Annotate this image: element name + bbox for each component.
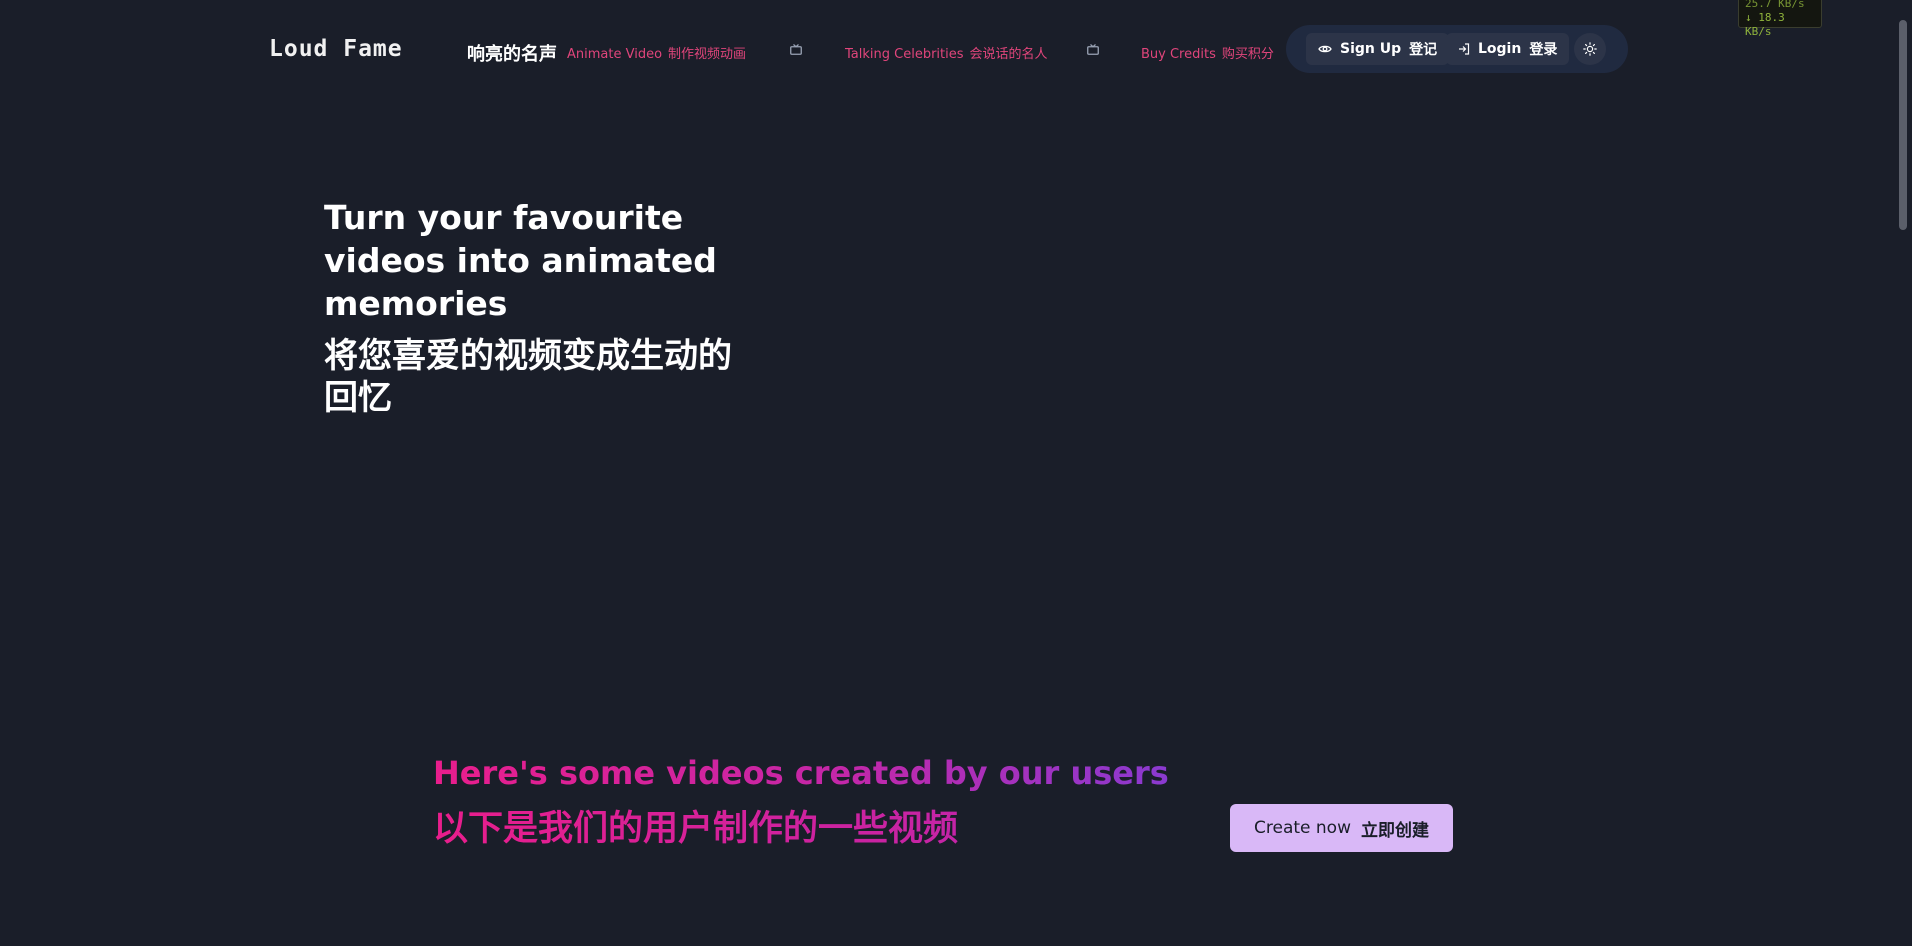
- page-scrollbar[interactable]: [1895, 0, 1912, 946]
- signup-button[interactable]: Sign Up 登记: [1306, 33, 1450, 65]
- logo[interactable]: Loud Fame: [269, 36, 403, 62]
- users-section-title: Here's some videos created by our users: [433, 754, 1169, 792]
- hero-title-cn: 将您喜爱的视频变成生动的回忆: [324, 336, 732, 418]
- download-speed: ↓ 18.3 KB/s: [1745, 11, 1785, 38]
- scrollbar-thumb[interactable]: [1899, 20, 1907, 230]
- nav-talking-celebrities[interactable]: Talking Celebrities 会说话的名人: [845, 43, 1048, 62]
- login-button[interactable]: Login 登录: [1446, 33, 1570, 65]
- nav-animate-video[interactable]: Animate Video 制作视频动画: [567, 43, 746, 62]
- tv-icon[interactable]: [1087, 44, 1099, 55]
- sun-icon: [1583, 42, 1597, 56]
- nav-label: Talking Celebrities: [845, 47, 964, 62]
- create-label: Create now: [1254, 818, 1351, 838]
- upload-speed: 25.7 KB/s: [1745, 0, 1805, 10]
- nav-label-cn: 购买积分: [1221, 47, 1274, 62]
- nav-label: Animate Video: [567, 47, 663, 62]
- nav-label-cn: 会说话的名人: [969, 47, 1048, 62]
- signup-label-cn: 登记: [1409, 42, 1438, 58]
- login-icon: [1459, 43, 1470, 55]
- header: Loud Fame 响亮的名声 Animate Video 制作视频动画 Talk…: [260, 24, 1628, 74]
- page: 25.7 KB/s ↓ 18.3 KB/s Loud Fame 响亮的名声 An…: [0, 0, 1912, 946]
- login-label: Login: [1478, 41, 1522, 57]
- eye-icon: [1318, 45, 1332, 53]
- create-label-cn: 立即创建: [1360, 820, 1429, 841]
- logo-chinese[interactable]: 响亮的名声: [467, 40, 557, 66]
- login-label-cn: 登录: [1529, 42, 1558, 58]
- nav-label-cn: 制作视频动画: [668, 47, 747, 62]
- nav-buy-credits[interactable]: Buy Credits 购买积分: [1141, 43, 1274, 62]
- hero-title: Turn your favourite videos into animated…: [324, 198, 717, 323]
- signup-label: Sign Up: [1340, 41, 1402, 57]
- theme-toggle-button[interactable]: [1574, 33, 1606, 65]
- create-now-button[interactable]: Create now 立即创建: [1230, 804, 1453, 852]
- users-section-title-cn: 以下是我们的用户制作的一些视频: [433, 800, 958, 851]
- nav-label: Buy Credits: [1141, 47, 1216, 62]
- auth-bar: Sign Up 登记 Login 登录: [1286, 25, 1628, 73]
- network-speed-widget: 25.7 KB/s ↓ 18.3 KB/s: [1738, 0, 1822, 38]
- tv-icon[interactable]: [790, 44, 802, 55]
- hero: Turn your favourite videos into animated…: [324, 196, 744, 419]
